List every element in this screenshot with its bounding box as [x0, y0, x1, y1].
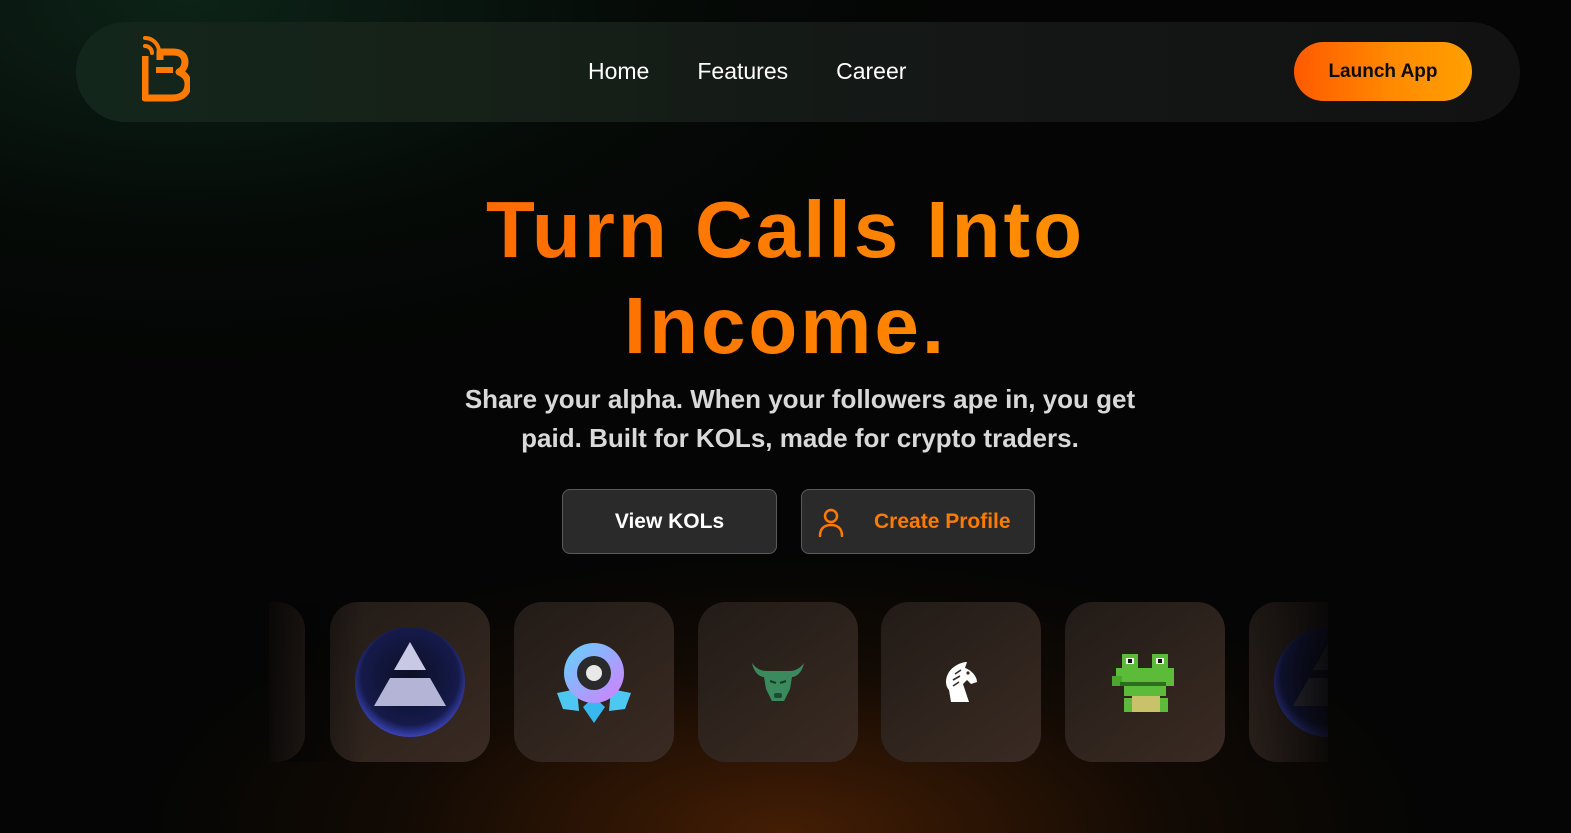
hero-subtitle-line1: Share your alpha. When your followers ap…: [464, 384, 1136, 414]
rocket-orb-token-icon: [557, 643, 631, 723]
create-profile-button[interactable]: Create Profile: [801, 489, 1035, 554]
carousel-card-partial-right[interactable]: [1249, 602, 1328, 762]
nav-link-career[interactable]: Career: [836, 58, 906, 85]
nav-links: Home Features Career: [588, 58, 906, 85]
view-kols-button[interactable]: View KOLs: [562, 489, 777, 554]
carousel-card-frog[interactable]: [1065, 602, 1225, 762]
pixel-frog-token-icon: [1112, 654, 1174, 712]
hero-title: Turn Calls Into Income.: [0, 182, 1571, 374]
carousel-card-rocket-orb[interactable]: [514, 602, 674, 762]
navbar: Home Features Career Launch App: [76, 22, 1520, 122]
carousel-card-bull[interactable]: [698, 602, 858, 762]
carousel-card-partial-left[interactable]: [269, 602, 305, 762]
create-profile-label: Create Profile: [874, 509, 1011, 533]
bull-token-icon: [752, 663, 804, 701]
hero-title-line2: Income.: [623, 281, 948, 370]
pyramid-token-icon: [1274, 627, 1328, 737]
nav-link-features[interactable]: Features: [697, 58, 788, 85]
carousel-card-horse[interactable]: [881, 602, 1041, 762]
pyramid-token-icon: [355, 627, 465, 737]
carousel-card-pyramid[interactable]: [330, 602, 490, 762]
user-icon: [818, 508, 844, 537]
horse-knight-token-icon: [946, 662, 977, 702]
kol-token-carousel: [269, 602, 1328, 762]
launch-app-button[interactable]: Launch App: [1294, 42, 1472, 101]
broadcast-b-logo-icon[interactable]: [142, 36, 190, 102]
hero-title-line1: Turn Calls Into: [485, 185, 1086, 274]
nav-link-home[interactable]: Home: [588, 58, 649, 85]
hero-subtitle-line2: paid. Built for KOLs, made for crypto tr…: [521, 423, 1079, 453]
hero-subtitle: Share your alpha. When your followers ap…: [400, 380, 1200, 458]
